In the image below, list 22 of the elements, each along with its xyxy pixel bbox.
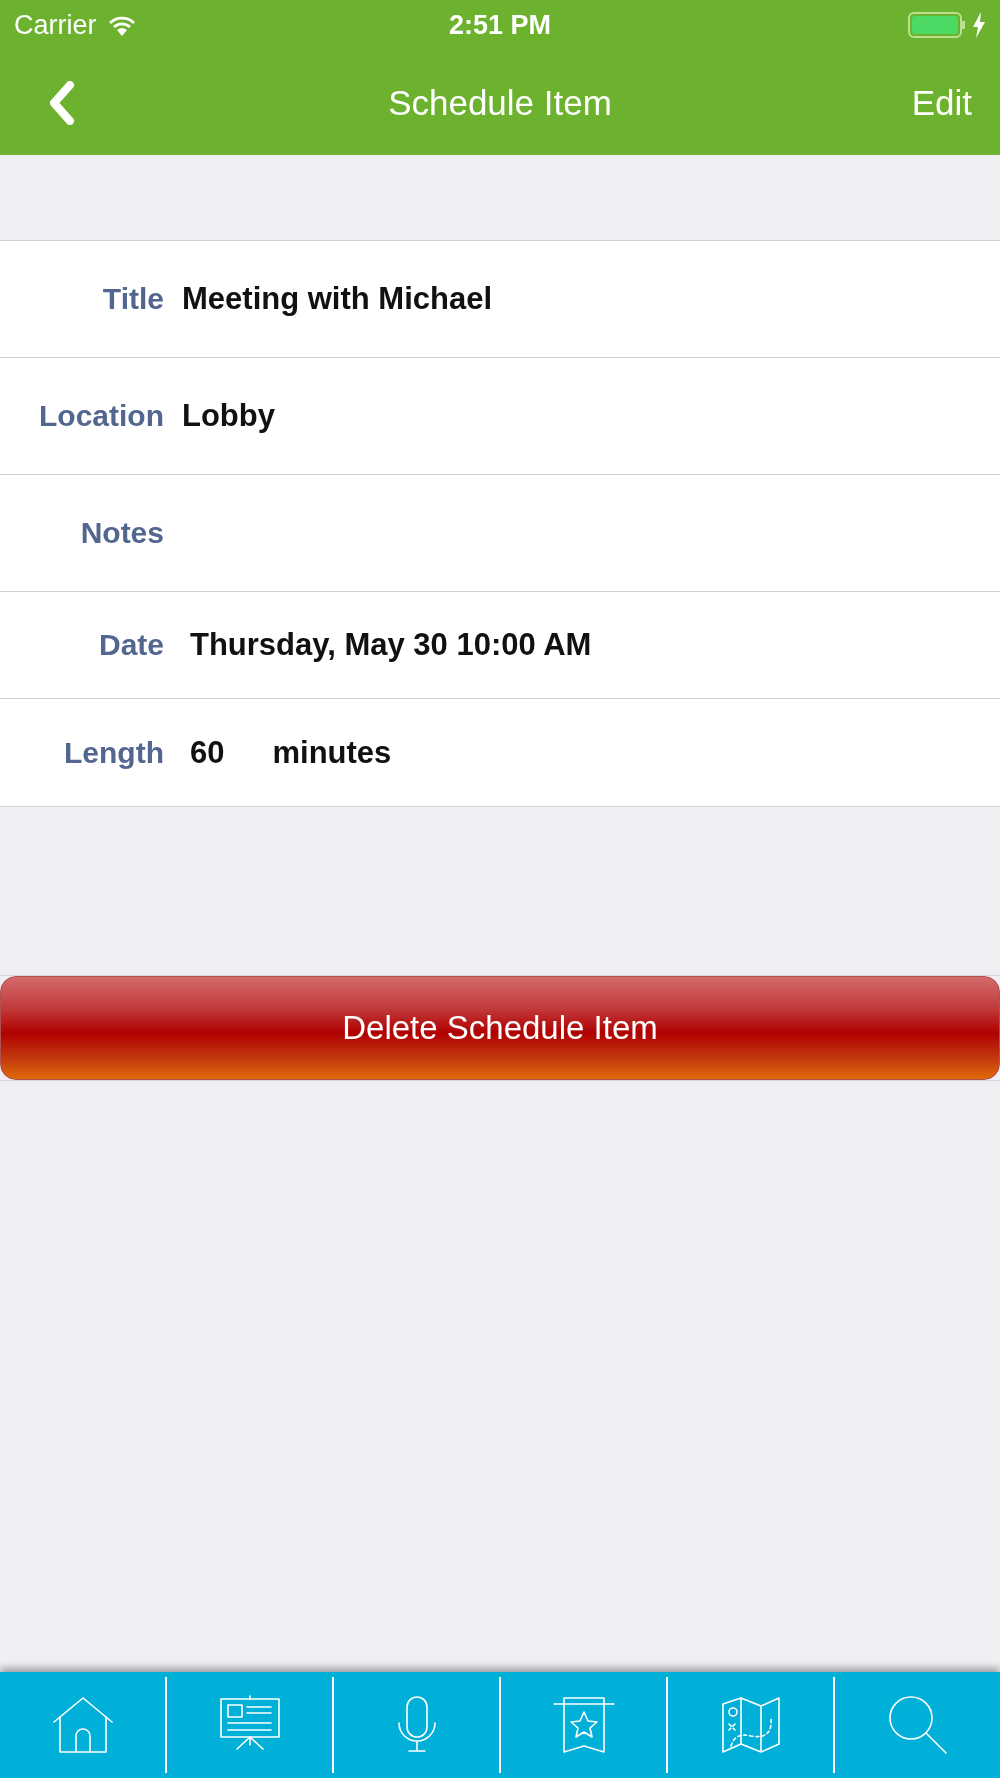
field-value: 60 xyxy=(190,734,225,771)
bookmark-star-icon xyxy=(551,1696,616,1754)
field-label: Date xyxy=(97,628,164,662)
field-value: Lobby xyxy=(182,398,275,434)
back-button[interactable] xyxy=(48,80,76,125)
field-value: Meeting with Michael xyxy=(182,281,493,317)
delete-button[interactable]: Delete Schedule Item xyxy=(0,976,1000,1080)
field-label: Notes xyxy=(79,516,164,550)
map-icon xyxy=(720,1696,781,1754)
screen-title: Schedule Item xyxy=(388,82,612,123)
battery-icon xyxy=(908,12,966,38)
field-label: Location xyxy=(38,399,164,433)
home-icon xyxy=(51,1696,114,1754)
field-label: Title xyxy=(101,282,164,316)
field-value: Thursday, May 30 10:00 AM xyxy=(190,627,592,663)
carrier-name: Carrier xyxy=(14,9,97,41)
microphone-icon xyxy=(396,1695,437,1755)
search-icon xyxy=(886,1694,949,1756)
status-time: 2:51 PM xyxy=(449,9,551,41)
charging-icon xyxy=(972,12,986,38)
unit-label: minutes xyxy=(272,734,392,771)
field-label: Length xyxy=(63,735,164,770)
